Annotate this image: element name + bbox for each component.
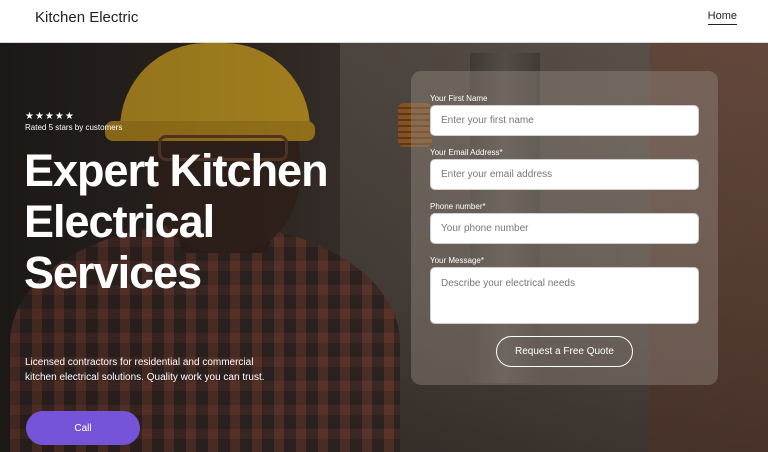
brand-logo[interactable]: Kitchen Electric — [35, 9, 138, 26]
message-label: Your Message* — [430, 256, 484, 265]
first-name-label: Your First Name — [430, 94, 488, 103]
email-label: Your Email Address* — [430, 148, 503, 157]
hero-description: Licensed contractors for residential and… — [25, 357, 265, 383]
rating-stars-icon: ★★★★★ — [25, 111, 75, 122]
request-quote-button[interactable]: Request a Free Quote — [496, 336, 633, 367]
message-textarea[interactable] — [430, 267, 699, 324]
call-button[interactable]: Call — [26, 411, 140, 445]
phone-input[interactable] — [430, 213, 699, 244]
nav-home-link[interactable]: Home — [707, 10, 737, 25]
rating-text: Rated 5 stars by customers — [25, 123, 123, 132]
email-input[interactable] — [430, 159, 699, 190]
phone-label: Phone number* — [430, 202, 486, 211]
hero-title: Expert Kitchen Electrical Services — [24, 145, 329, 298]
first-name-input[interactable] — [430, 105, 699, 136]
site-header: Kitchen Electric Home — [0, 0, 768, 43]
